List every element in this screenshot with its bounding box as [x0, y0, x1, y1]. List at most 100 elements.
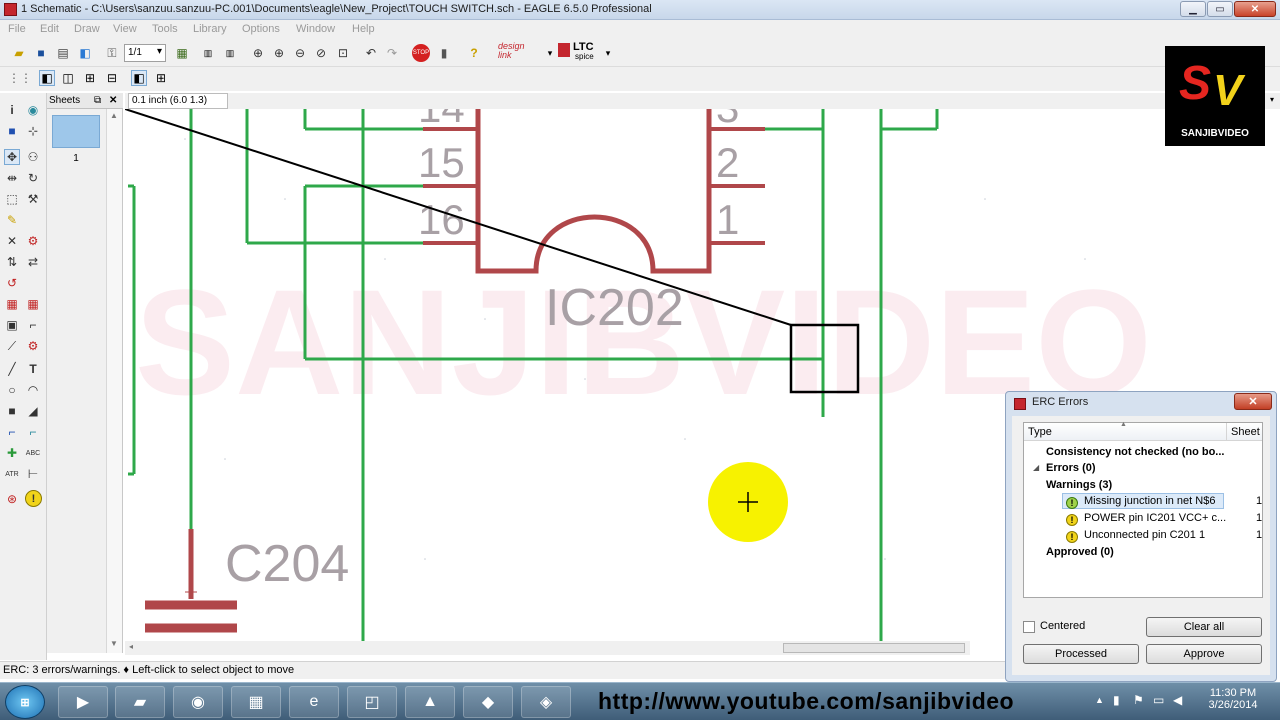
close-button[interactable]: ✕ [1234, 1, 1276, 17]
sheet-thumbnail[interactable] [52, 115, 100, 148]
menu-help[interactable]: Help [352, 23, 375, 35]
warning-icon[interactable]: ! [25, 490, 42, 507]
dimension-icon[interactable]: ⊢ [25, 466, 41, 482]
bus-icon[interactable]: ⌐ [4, 424, 20, 440]
centered-checkbox[interactable] [1023, 621, 1035, 633]
group-icon[interactable]: ⬚ [4, 191, 20, 207]
volume-icon[interactable]: ◀ [1173, 693, 1182, 707]
zoom-fit-icon[interactable]: ⊕ [250, 45, 266, 61]
open-icon[interactable]: ▰ [11, 45, 27, 61]
split-icon[interactable]: ⟋ [4, 338, 20, 354]
maximize-button[interactable]: ▭ [1207, 1, 1233, 17]
mirror-icon[interactable]: ⇹ [4, 170, 20, 186]
menu-file[interactable]: File [8, 23, 26, 35]
redo-icon[interactable]: ↷ [384, 45, 400, 61]
flag-icon[interactable]: ⚑ [1133, 693, 1144, 707]
menu-draw[interactable]: Draw [74, 23, 100, 35]
pinswap-icon[interactable]: ⇅ [4, 254, 20, 270]
power-icon[interactable]: ▮ [1113, 693, 1120, 707]
layout-quad-icon[interactable]: ⊞ [82, 70, 98, 86]
add-icon[interactable]: ⚙ [25, 233, 41, 249]
column-type[interactable]: Type [1028, 426, 1052, 438]
app-icon[interactable]: ◰ [347, 686, 397, 718]
print-icon[interactable]: ▤ [55, 45, 71, 61]
eagle-taskbar-icon[interactable]: ▲ [405, 686, 455, 718]
zoom-select-icon[interactable]: ⊡ [335, 45, 351, 61]
layout-panel-icon[interactable]: ◧ [39, 70, 55, 86]
tree-item-errors[interactable]: Errors (0) [1046, 462, 1096, 478]
canvas-horizontal-scrollbar[interactable]: ◂ [125, 641, 970, 655]
scroll-thumb[interactable] [783, 643, 965, 653]
name-icon[interactable]: ▦ [4, 296, 20, 312]
file-explorer-icon[interactable]: ▰ [115, 686, 165, 718]
float-icon[interactable]: ⧉ [94, 95, 101, 106]
lock-icon[interactable]: ⚿ [104, 45, 120, 61]
replace-icon[interactable]: ↺ [4, 275, 20, 291]
clock[interactable]: 11:30 PM 3/26/2014 [1203, 687, 1263, 711]
miter-icon[interactable]: ⌐ [25, 317, 41, 333]
expand-arrow-icon[interactable]: ◢ [1033, 463, 1039, 472]
value-icon[interactable]: ▦ [25, 296, 41, 312]
redraw-icon[interactable]: ⊘ [313, 45, 329, 61]
copy-icon[interactable]: ⚇ [25, 149, 41, 165]
menu-library[interactable]: Library [193, 23, 227, 35]
smash-icon[interactable]: ▣ [4, 317, 20, 333]
change-icon[interactable]: ⚒ [25, 191, 41, 207]
erc-tree[interactable]: Type ▲ Sheet Consistency not checked (no… [1023, 421, 1263, 598]
scroll-up-icon[interactable]: ▲ [110, 111, 118, 120]
script-icon[interactable]: ▥ [200, 45, 216, 61]
chevron-down-icon[interactable]: ▾ [542, 45, 558, 61]
ulp-icon[interactable]: ▥ [222, 45, 238, 61]
column-sheet[interactable]: Sheet [1226, 423, 1262, 441]
sheets-scrollbar[interactable]: ▲ ▼ [106, 109, 122, 653]
tree-item-consistency[interactable]: Consistency not checked (no bo... [1046, 446, 1224, 462]
tree-item-approved[interactable]: Approved (0) [1046, 546, 1114, 562]
minimize-button[interactable]: ▁ [1180, 1, 1206, 17]
polygon-icon[interactable]: ◢ [25, 403, 41, 419]
warning-power-pin[interactable]: ! POWER pin IC201 VCC+ c... 1 [1066, 512, 1262, 528]
move-icon[interactable]: ✥ [4, 149, 20, 165]
layout-sheet-icon[interactable]: ◧ [131, 70, 147, 86]
processed-button[interactable]: Processed [1023, 644, 1139, 664]
undo-icon[interactable]: ↶ [363, 45, 379, 61]
net-icon[interactable]: ⌐ [25, 424, 41, 440]
sheet-select[interactable]: 1/1 ▾ [124, 44, 166, 62]
media-player-icon[interactable]: ▶ [58, 686, 108, 718]
menu-tools[interactable]: Tools [152, 23, 178, 35]
scroll-down-icon[interactable]: ▼ [110, 639, 118, 648]
menu-view[interactable]: View [113, 23, 137, 35]
warning-missing-junction[interactable]: ! Missing junction in net N$6 1 [1066, 495, 1262, 511]
go-icon[interactable]: ▮ [436, 45, 452, 61]
menu-options[interactable]: Options [242, 23, 280, 35]
junction-icon[interactable]: ✚ [4, 445, 20, 461]
tray-expand-icon[interactable]: ▲ [1095, 695, 1104, 705]
close-icon[interactable]: ✕ [109, 95, 117, 106]
layout-full-icon[interactable]: ⊞ [153, 70, 169, 86]
eagle-app-icon[interactable] [4, 3, 17, 16]
chevron-down-icon[interactable]: ▾ [600, 45, 616, 61]
circle-icon[interactable]: ○ [4, 382, 20, 398]
zoom-in-icon[interactable]: ⊕ [271, 45, 287, 61]
scroll-left-icon[interactable]: ◂ [129, 642, 133, 651]
grid-icon[interactable]: ⋮⋮ [8, 70, 32, 86]
wire-icon[interactable]: ╱ [4, 361, 20, 377]
rotate-icon[interactable]: ↻ [25, 170, 41, 186]
warning-unconnected-pin[interactable]: ! Unconnected pin C201 1 1 [1066, 529, 1262, 545]
menu-edit[interactable]: Edit [40, 23, 59, 35]
design-link-button[interactable]: design link [498, 42, 540, 60]
gateswap-icon[interactable]: ⇄ [25, 254, 41, 270]
stop-icon[interactable]: STOP [412, 44, 430, 62]
calculator-icon[interactable]: ▦ [231, 686, 281, 718]
info-icon[interactable]: i [4, 102, 20, 118]
start-button[interactable]: ⊞ [5, 685, 45, 719]
delete-icon[interactable]: ✕ [4, 233, 20, 249]
text-icon[interactable]: T [25, 361, 41, 377]
tree-item-warnings[interactable]: Warnings (3) [1046, 479, 1112, 495]
menu-window[interactable]: Window [296, 23, 335, 35]
internet-explorer-icon[interactable]: e [289, 686, 339, 718]
show-icon[interactable]: ◉ [25, 102, 41, 118]
invoke-icon[interactable]: ⚙ [25, 338, 41, 354]
help-icon[interactable]: ? [466, 45, 482, 61]
zoom-out-icon[interactable]: ⊖ [292, 45, 308, 61]
approve-button[interactable]: Approve [1146, 644, 1262, 664]
